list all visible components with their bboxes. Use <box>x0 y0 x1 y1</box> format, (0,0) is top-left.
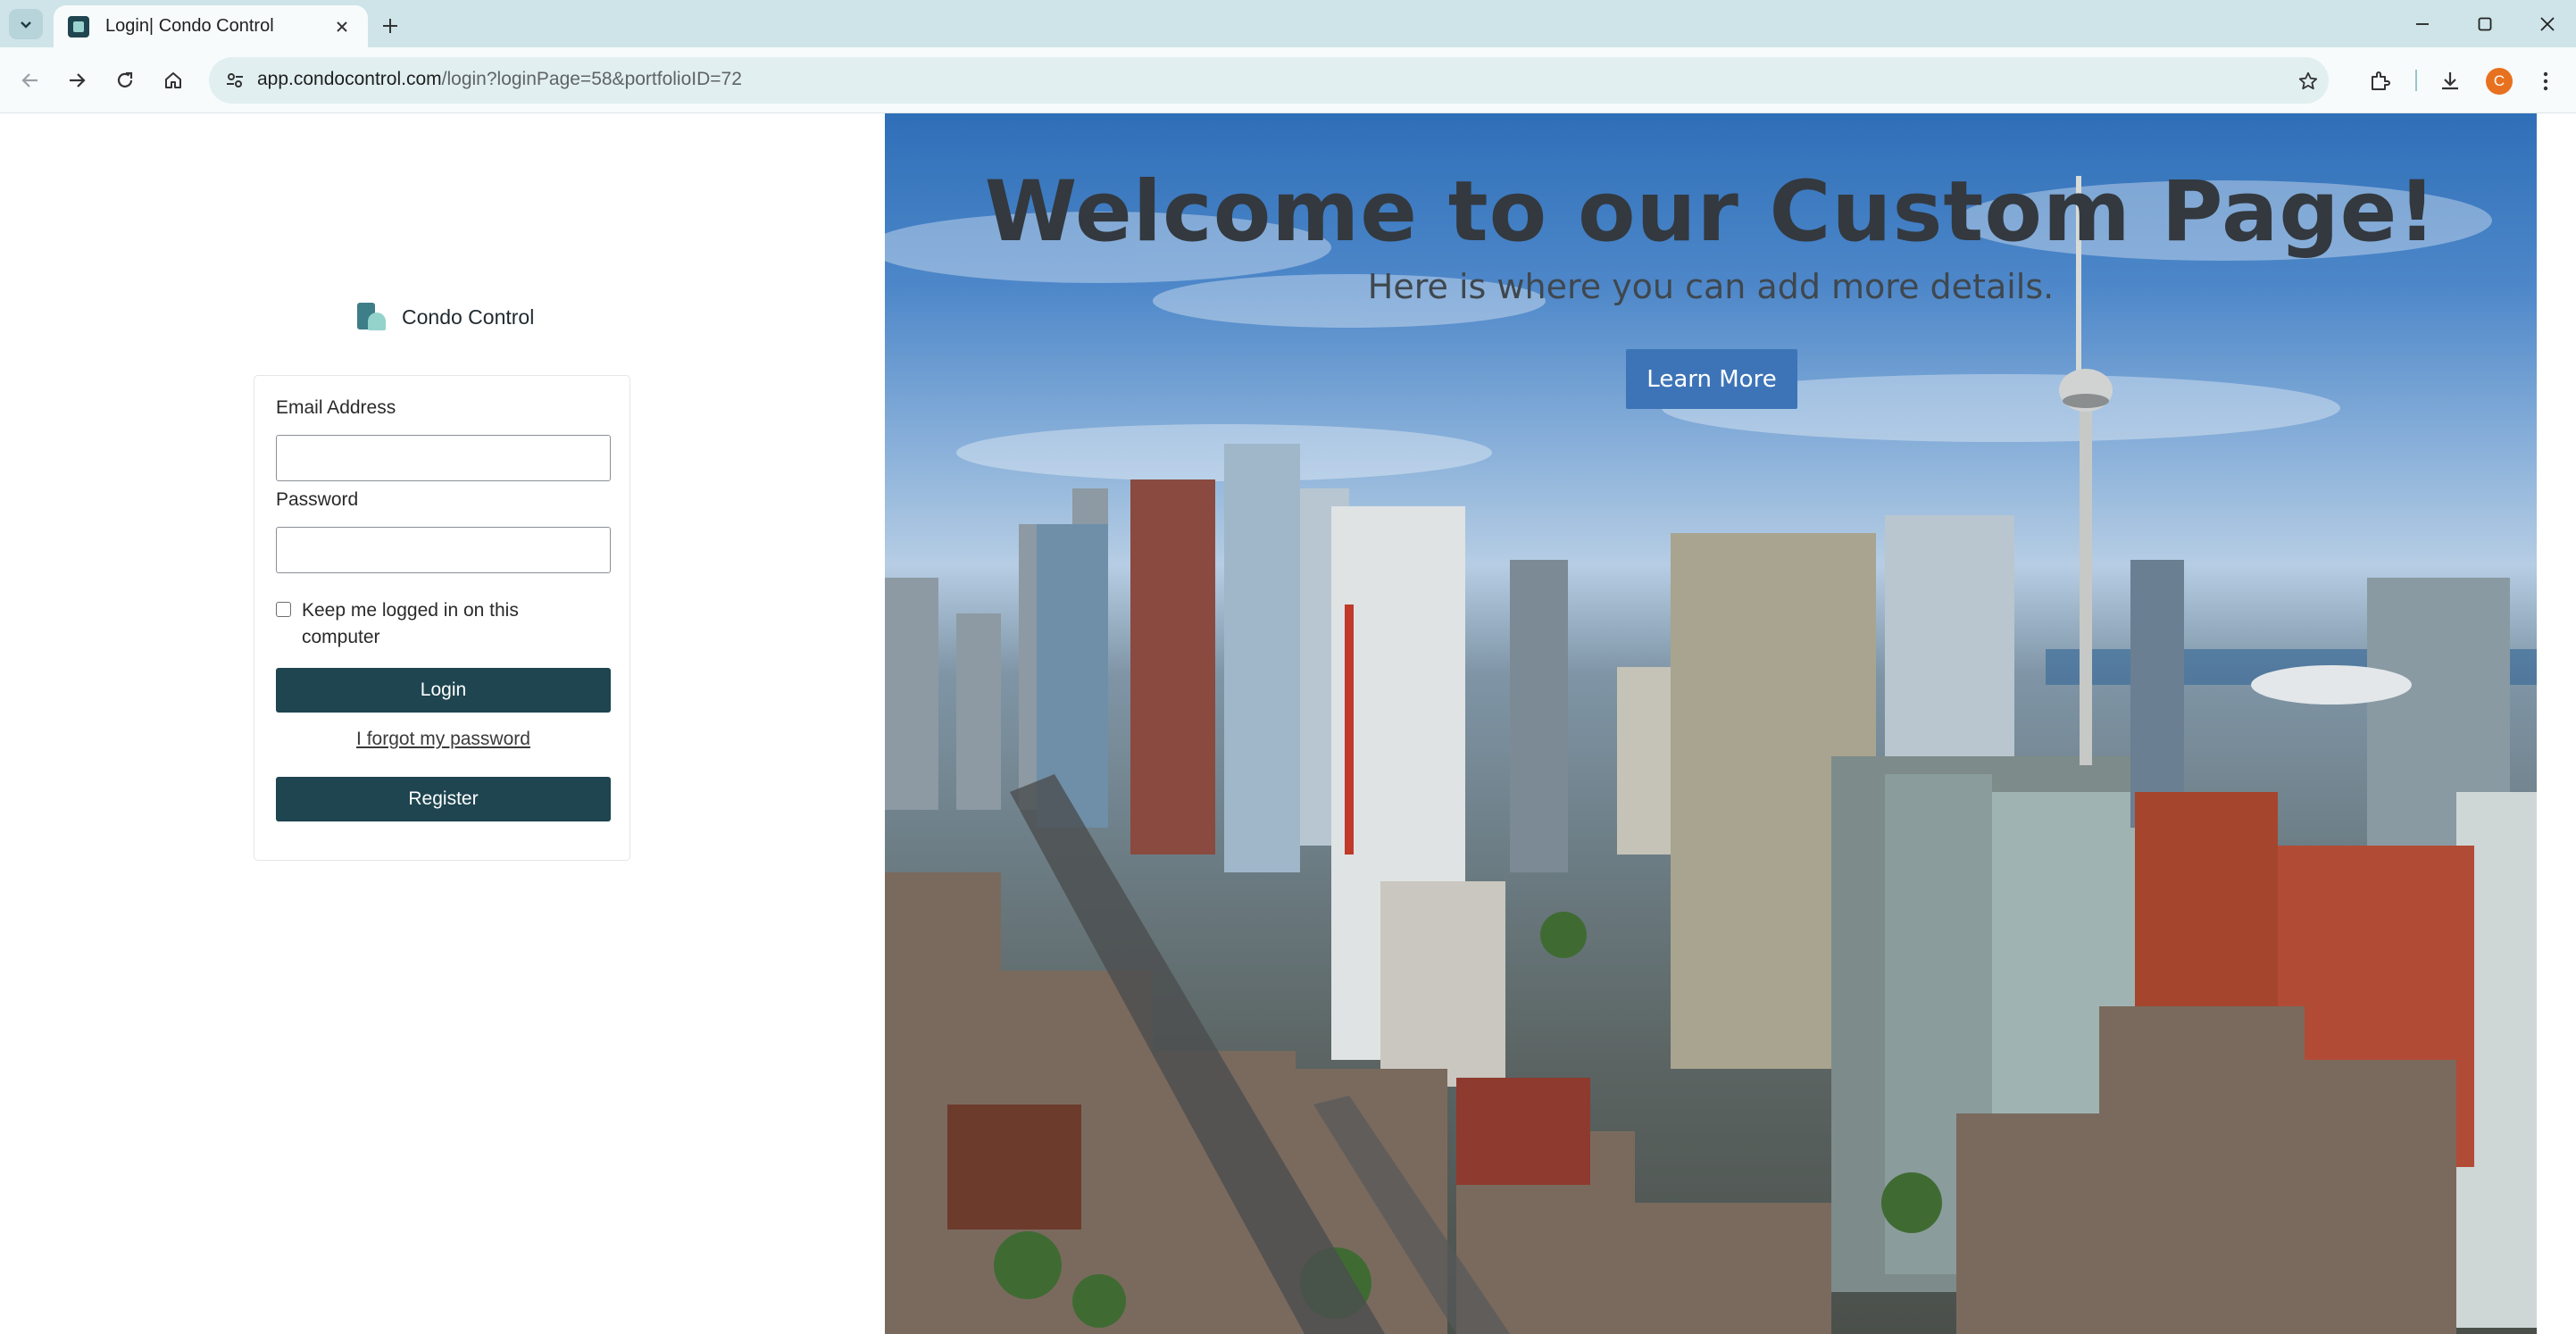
hero-subtitle: Here is where you can add more details. <box>1367 267 2055 306</box>
download-icon <box>2442 72 2458 90</box>
learn-more-button[interactable]: Learn More <box>1626 349 1797 409</box>
address-bar[interactable]: app.condocontrol.com/login?loginPage=58&… <box>209 57 2329 104</box>
back-button[interactable] <box>13 63 48 98</box>
url-path: /login?loginPage=58&portfolioID=72 <box>441 69 742 89</box>
extensions-button[interactable] <box>2361 63 2398 100</box>
minimize-icon <box>2416 23 2429 25</box>
remember-me-row: Keep me logged in on this computer <box>276 597 534 651</box>
forgot-password-link[interactable]: I forgot my password <box>276 729 611 750</box>
remember-me-checkbox[interactable] <box>276 602 291 617</box>
email-field[interactable] <box>276 435 611 481</box>
hero-banner: Welcome to our Custom Page! Here is wher… <box>885 113 2537 1334</box>
reload-button[interactable] <box>107 63 143 98</box>
profile-avatar[interactable]: C <box>2486 68 2513 95</box>
register-button[interactable]: Register <box>276 777 611 821</box>
tab-strip: Login| Condo Control <box>0 0 2576 47</box>
arrow-right-icon <box>70 73 86 88</box>
page-viewport: Condo Control Email Address Password Kee… <box>0 113 2576 1334</box>
close-icon <box>2540 17 2555 31</box>
close-window-button[interactable] <box>2523 7 2572 41</box>
brand-name: Condo Control <box>402 304 535 329</box>
maximize-icon <box>2478 17 2492 31</box>
password-label: Password <box>276 489 359 510</box>
hero-title: Welcome to our Custom Page! <box>984 163 2438 261</box>
brand: Condo Control <box>357 303 534 331</box>
login-card: Email Address Password Keep me logged in… <box>254 375 630 861</box>
forward-button[interactable] <box>59 63 95 98</box>
minimize-button[interactable] <box>2398 7 2447 41</box>
puzzle-icon <box>2372 71 2390 90</box>
star-icon <box>2298 71 2318 90</box>
arrow-left-icon <box>21 73 38 88</box>
email-label: Email Address <box>276 397 396 418</box>
password-field[interactable] <box>276 527 611 573</box>
maximize-button[interactable] <box>2461 7 2509 41</box>
tab-title: Login| Condo Control <box>105 16 274 36</box>
tab-search-button[interactable] <box>9 9 43 39</box>
remember-me-label[interactable]: Keep me logged in on this computer <box>302 597 534 651</box>
home-button[interactable] <box>155 63 191 98</box>
downloads-button[interactable] <box>2431 63 2469 100</box>
chevron-down-icon <box>21 21 31 29</box>
condo-control-logo-icon <box>357 303 389 331</box>
url-host: app.condocontrol.com <box>257 69 442 89</box>
condo-control-favicon-icon <box>68 15 89 38</box>
site-info-icon[interactable] <box>223 69 246 92</box>
bookmark-star-button[interactable] <box>2293 66 2323 96</box>
toolbar-divider <box>2415 70 2417 91</box>
url-text: app.condocontrol.com/login?loginPage=58&… <box>257 69 742 90</box>
new-tab-button[interactable] <box>375 11 405 41</box>
tab-close-icon[interactable] <box>330 15 354 38</box>
login-button[interactable]: Login <box>276 668 611 713</box>
browser-menu-button[interactable] <box>2527 63 2564 100</box>
home-icon <box>165 72 181 88</box>
reload-icon <box>117 71 133 88</box>
plus-icon <box>383 19 397 33</box>
active-tab[interactable]: Login| Condo Control <box>54 5 368 47</box>
more-vertical-icon <box>2543 71 2548 91</box>
